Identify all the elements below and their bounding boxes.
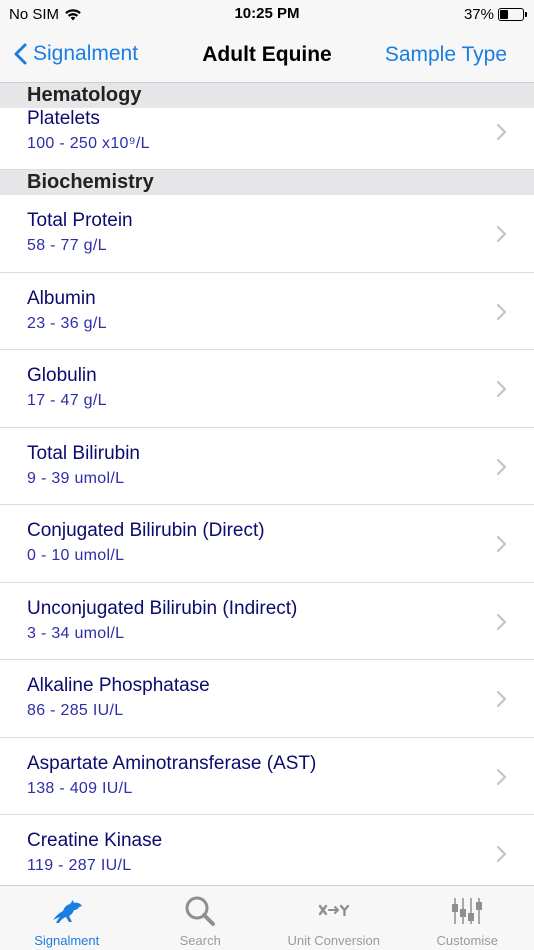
list-item-platelets[interactable]: Platelets 100 - 250 x10⁹/L xyxy=(0,108,534,170)
list-item-globulin[interactable]: Globulin 17 - 47 g/L xyxy=(0,350,534,428)
navigation-bar: Signalment Adult Equine Sample Type xyxy=(0,30,534,83)
tab-label: Customise xyxy=(436,933,498,948)
search-icon xyxy=(185,896,216,926)
list-item-title: Platelets xyxy=(27,108,100,129)
list-item-title: Creatine Kinase xyxy=(27,830,163,851)
list-item-conjugated-bilirubin[interactable]: Conjugated Bilirubin (Direct) 0 - 10 umo… xyxy=(0,505,534,583)
battery-group: 37% xyxy=(463,6,527,23)
list-item-alkaline-phosphatase[interactable]: Alkaline Phosphatase 86 - 285 IU/L xyxy=(0,660,534,738)
list-item-range: 138 - 409 IU/L xyxy=(27,779,133,797)
back-button[interactable]: Signalment xyxy=(14,42,138,66)
section-header-biochemistry: Biochemistry xyxy=(0,170,534,195)
battery-level xyxy=(500,10,508,19)
tab-unit-conversion[interactable]: Unit Conversion xyxy=(267,886,401,950)
list-item-range: 17 - 47 g/L xyxy=(27,392,107,409)
reference-range-list[interactable]: Hematology Platelets 100 - 250 x10⁹/L Bi… xyxy=(0,83,534,885)
list-item-title: Alkaline Phosphatase xyxy=(27,675,210,696)
chevron-right-icon xyxy=(496,613,507,630)
chevron-left-icon xyxy=(14,43,27,65)
list-item-title: Aspartate Aminotransferase (AST) xyxy=(27,752,317,774)
chevron-right-icon xyxy=(496,845,507,863)
list-item-range: 100 - 250 x10⁹/L xyxy=(27,135,150,152)
chevron-right-icon xyxy=(496,768,507,785)
tab-customise[interactable]: Customise xyxy=(401,886,534,950)
chevron-right-icon xyxy=(496,225,507,243)
list-item-total-bilirubin[interactable]: Total Bilirubin 9 - 39 umol/L xyxy=(0,428,534,505)
list-item-range: 3 - 34 umol/L xyxy=(27,624,125,642)
list-item-title: Unconjugated Bilirubin (Indirect) xyxy=(27,597,298,619)
tab-label: Unit Conversion xyxy=(287,933,381,948)
battery-icon xyxy=(498,8,527,21)
tab-signalment[interactable]: Signalment xyxy=(0,886,134,950)
chevron-right-icon xyxy=(496,123,507,141)
chevron-right-icon xyxy=(496,690,507,708)
tab-label: Search xyxy=(179,933,221,948)
back-button-label: Signalment xyxy=(33,42,139,65)
list-item-ast[interactable]: Aspartate Aminotransferase (AST) 138 - 4… xyxy=(0,738,534,815)
list-item-range: 86 - 285 IU/L xyxy=(27,702,124,719)
list-item-title: Globulin xyxy=(27,365,97,386)
list-item-unconjugated-bilirubin[interactable]: Unconjugated Bilirubin (Indirect) 3 - 34… xyxy=(0,583,534,660)
list-item-range: 23 - 36 g/L xyxy=(27,314,107,332)
list-item-creatine-kinase[interactable]: Creatine Kinase 119 - 287 IU/L xyxy=(0,815,534,875)
chevron-right-icon xyxy=(496,458,507,475)
clock: 10:25 PM xyxy=(234,5,300,22)
list-item-title: Albumin xyxy=(27,287,96,309)
status-bar: No SIM 10:25 PM 37% xyxy=(0,0,534,30)
tab-bar: Signalment Search Unit Conversion Custom… xyxy=(0,885,534,950)
chevron-right-icon xyxy=(496,380,507,398)
list-item-range: 9 - 39 umol/L xyxy=(27,469,125,487)
list-item-title: Conjugated Bilirubin (Direct) xyxy=(27,520,265,541)
chevron-right-icon xyxy=(496,303,507,320)
list-item-range: 58 - 77 g/L xyxy=(27,237,107,254)
sliders-icon xyxy=(452,898,483,924)
chevron-right-icon xyxy=(496,535,507,553)
unit-conversion-icon xyxy=(318,904,349,917)
section-header-hematology: Hematology xyxy=(0,83,534,108)
sample-type-button[interactable]: Sample Type xyxy=(385,43,507,67)
list-item-albumin[interactable]: Albumin 23 - 36 g/L xyxy=(0,273,534,350)
tab-search[interactable]: Search xyxy=(134,886,268,950)
list-item-total-protein[interactable]: Total Protein 58 - 77 g/L xyxy=(0,195,534,273)
list-item-range: 119 - 287 IU/L xyxy=(27,857,132,874)
tab-label: Signalment xyxy=(34,933,100,948)
horse-icon xyxy=(52,900,82,923)
list-item-title: Total Protein xyxy=(27,210,133,231)
list-item-range: 0 - 10 umol/L xyxy=(27,547,125,564)
battery-percent: 37% xyxy=(463,6,494,23)
list-item-title: Total Bilirubin xyxy=(27,442,140,464)
